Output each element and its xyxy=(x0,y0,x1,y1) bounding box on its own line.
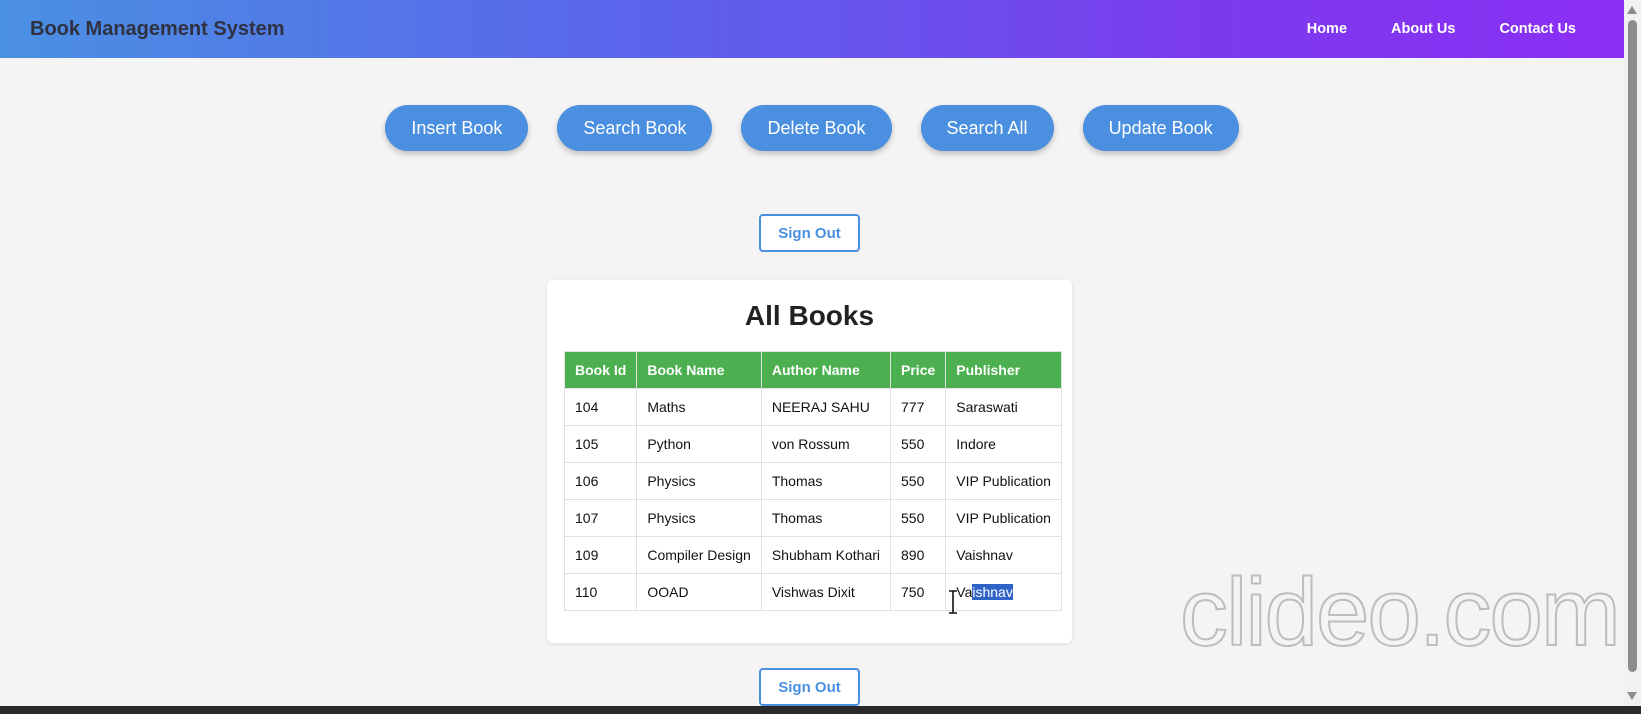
cell-text-unselected: Va xyxy=(956,584,973,600)
search-all-button[interactable]: Search All xyxy=(920,105,1054,151)
table-cell: Python xyxy=(636,425,762,463)
action-buttons: Insert Book Search Book Delete Book Sear… xyxy=(0,105,1624,151)
update-book-button[interactable]: Update Book xyxy=(1082,105,1239,151)
column-header: Book Name xyxy=(636,351,762,389)
table-cell: VIP Publication xyxy=(945,462,1062,500)
table-cell: 107 xyxy=(563,499,638,537)
table-body: 104 Maths NEERAJ SAHU 777 Saraswati 105 Python… xyxy=(563,388,1062,611)
table-cell: Compiler Design xyxy=(636,536,762,574)
delete-book-button[interactable]: Delete Book xyxy=(741,105,892,151)
table-row: 104 Maths NEERAJ SAHU 777 Saraswati xyxy=(563,388,1062,426)
column-header: Author Name xyxy=(760,351,892,389)
nav-contact-link[interactable]: Contact Us xyxy=(1499,21,1576,37)
sign-out-button-bottom[interactable]: Sign Out xyxy=(759,668,860,706)
table-cell: Vishwas Dixit xyxy=(760,573,892,611)
scroll-up-icon[interactable] xyxy=(1627,6,1637,14)
table-cell: NEERAJ SAHU xyxy=(760,388,892,426)
table-row: 106 Physics Thomas 550 VIP Publication xyxy=(563,462,1062,500)
table-cell: 109 xyxy=(563,536,638,574)
column-header: Publisher xyxy=(945,351,1062,389)
books-table: Book Id Book Name Author Name Price Publishe… xyxy=(563,351,1062,611)
table-cell: VIP Publication xyxy=(945,499,1062,537)
table-cell: Indore xyxy=(945,425,1062,463)
table-cell: 890 xyxy=(890,536,947,574)
table-cell: Maths xyxy=(636,388,762,426)
table-cell: 550 xyxy=(890,462,947,500)
navbar: Book Management System Home About Us Con… xyxy=(0,0,1624,58)
text-cursor-icon xyxy=(949,590,957,614)
window-bottom-edge xyxy=(0,706,1641,714)
watermark-logo: clideo.com xyxy=(1179,559,1622,666)
table-cell: 110 xyxy=(563,573,638,611)
column-header: Book Id xyxy=(563,351,638,389)
sign-out-button-top[interactable]: Sign Out xyxy=(759,214,860,252)
nav-links: Home About Us Contact Us xyxy=(1263,21,1576,37)
brand-title: Book Management System xyxy=(30,17,285,40)
vertical-scrollbar[interactable] xyxy=(1624,0,1641,706)
scroll-down-icon[interactable] xyxy=(1627,692,1637,700)
insert-book-button[interactable]: Insert Book xyxy=(385,105,529,151)
nav-about-link[interactable]: About Us xyxy=(1391,21,1455,37)
table-cell: 750 xyxy=(890,573,947,611)
table-cell: Shubham Kothari xyxy=(760,536,892,574)
table-cell: 550 xyxy=(890,425,947,463)
table-row: 107 Physics Thomas 550 VIP Publication xyxy=(563,499,1062,537)
nav-home-link[interactable]: Home xyxy=(1307,21,1347,37)
table-row: 110 OOAD Vishwas Dixit 750 Vaishnav xyxy=(563,573,1062,611)
table-cell: 777 xyxy=(890,388,947,426)
table-cell: Vaishnav xyxy=(945,573,1062,611)
card-title: All Books xyxy=(744,300,875,331)
books-card: All Books Book Id Book Name Author Name Pri… xyxy=(547,280,1072,643)
table-cell: Saraswati xyxy=(945,388,1062,426)
table-row: 105 Python von Rossum 550 Indore xyxy=(563,425,1062,463)
scrollbar-thumb[interactable] xyxy=(1628,20,1637,672)
table-cell: 104 xyxy=(563,388,638,426)
table-row: 109 Compiler Design Shubham Kothari 890 Vais… xyxy=(563,536,1062,574)
table-cell: 105 xyxy=(563,425,638,463)
selected-text: ishnav xyxy=(972,584,1013,600)
table-cell: Physics xyxy=(636,499,762,537)
table-cell: Thomas xyxy=(760,499,892,537)
table-cell: 106 xyxy=(563,462,638,500)
column-header: Price xyxy=(890,351,947,389)
table-cell: von Rossum xyxy=(760,425,892,463)
table-cell: Thomas xyxy=(760,462,892,500)
table-cell: Physics xyxy=(636,462,762,500)
table-header-row: Book Id Book Name Author Name Price Publishe… xyxy=(563,351,1062,389)
table-cell: 550 xyxy=(890,499,947,537)
search-book-button[interactable]: Search Book xyxy=(557,105,713,151)
table-cell: Vaishnav xyxy=(945,536,1062,574)
table-cell: OOAD xyxy=(636,573,762,611)
